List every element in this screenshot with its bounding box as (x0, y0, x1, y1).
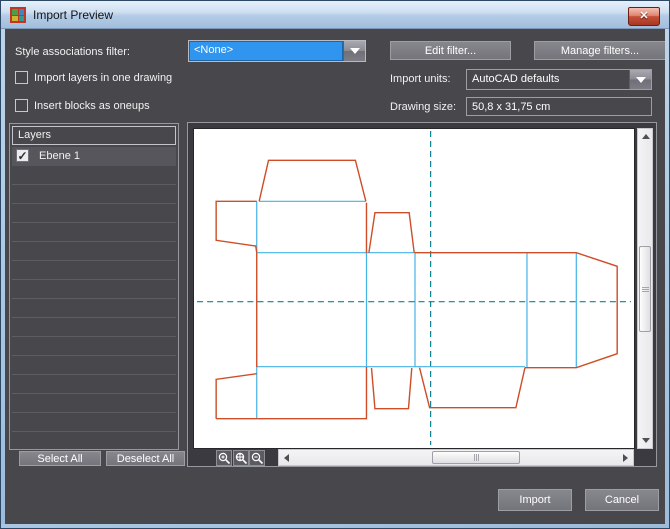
window-edge-bottom (1, 524, 669, 528)
style-associations-filter-label: Style associations filter: (15, 46, 130, 58)
app-icon (10, 7, 26, 23)
title-bar[interactable]: Import Preview ✕ (1, 1, 670, 29)
import-layers-label: Import layers in one drawing (34, 72, 172, 84)
scroll-down-button[interactable] (638, 433, 653, 448)
dialog-title: Import Preview (33, 8, 113, 22)
vertical-scrollbar-thumb[interactable] (639, 246, 651, 332)
grip-icon (642, 287, 649, 288)
scroll-right-button[interactable] (618, 450, 633, 465)
insert-blocks-label: Insert blocks as oneups (34, 100, 150, 112)
zoom-fit-icon (235, 452, 248, 465)
zoom-out-icon (251, 452, 264, 465)
zoom-in-button[interactable] (216, 450, 232, 466)
select-all-button[interactable]: Select All (19, 451, 101, 466)
deselect-all-button[interactable]: Deselect All (106, 451, 185, 466)
style-filter-combobox[interactable]: <None> (188, 40, 366, 62)
insert-blocks-checkbox[interactable] (15, 99, 28, 112)
import-units-label: Import units: (390, 73, 451, 85)
import-units-combobox[interactable]: AutoCAD defaults (466, 69, 652, 90)
edit-filter-button[interactable]: Edit filter... (390, 41, 511, 60)
style-filter-selected-value: <None> (189, 41, 343, 61)
manage-filters-button[interactable]: Manage filters... (534, 41, 666, 60)
close-button[interactable]: ✕ (628, 7, 660, 26)
preview-panel (187, 122, 657, 467)
drawing-size-label: Drawing size: (390, 101, 456, 113)
preview-canvas[interactable] (193, 128, 635, 449)
arrow-up-icon (642, 134, 650, 139)
style-filter-dropdown-button[interactable] (343, 41, 365, 61)
window-edge-left (1, 29, 5, 528)
chevron-down-icon (636, 77, 646, 83)
import-button[interactable]: Import (498, 489, 572, 511)
import-units-selected-value: AutoCAD defaults (467, 70, 629, 89)
layer-list-item[interactable]: ✓ Ebene 1 (12, 147, 176, 166)
vertical-scrollbar[interactable] (637, 128, 653, 449)
layer-checkbox[interactable]: ✓ (16, 149, 29, 162)
chevron-down-icon (350, 48, 360, 54)
zoom-out-button[interactable] (249, 450, 265, 466)
layer-name: Ebene 1 (39, 150, 80, 162)
window-edge-right (665, 29, 669, 528)
check-icon: ✓ (17, 149, 27, 163)
grip-icon (474, 454, 475, 461)
horizontal-scrollbar[interactable] (278, 449, 634, 466)
cancel-button[interactable]: Cancel (585, 489, 659, 511)
layer-list-empty-rows (12, 166, 176, 447)
scroll-left-button[interactable] (279, 450, 294, 465)
dieline-svg (194, 129, 634, 448)
horizontal-scrollbar-thumb[interactable] (432, 451, 520, 464)
arrow-right-icon (623, 454, 628, 462)
drawing-size-value: 50,8 x 31,75 cm (467, 101, 550, 113)
import-units-dropdown-button[interactable] (629, 70, 651, 89)
layers-panel: Layers ✓ Ebene 1 (9, 123, 179, 450)
close-icon: ✕ (639, 10, 648, 22)
scroll-up-button[interactable] (638, 129, 653, 144)
import-preview-dialog: Import Preview ✕ Style associations filt… (0, 0, 670, 529)
zoom-in-icon (218, 452, 231, 465)
drawing-size-field: 50,8 x 31,75 cm (466, 97, 652, 116)
layers-column-header: Layers (12, 126, 176, 145)
arrow-left-icon (284, 454, 289, 462)
zoom-fit-button[interactable] (233, 450, 249, 466)
arrow-down-icon (642, 438, 650, 443)
import-layers-checkbox[interactable] (15, 71, 28, 84)
